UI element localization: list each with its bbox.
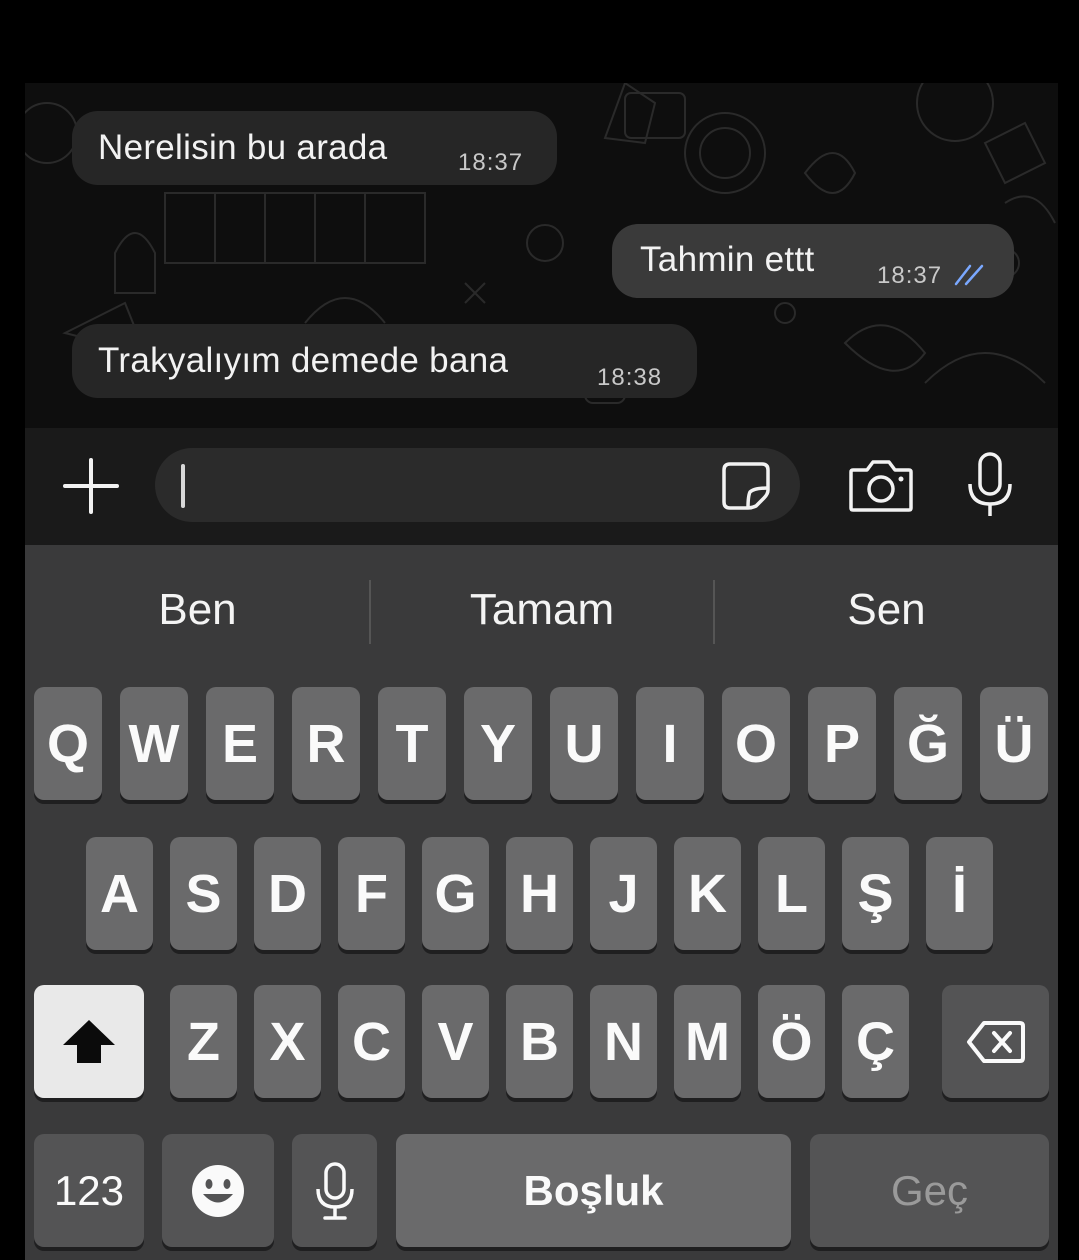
suggestion-item[interactable]: Sen	[715, 545, 1058, 675]
message-input[interactable]	[155, 448, 800, 522]
key-c[interactable]: C	[338, 985, 405, 1098]
sticker-icon[interactable]	[720, 460, 772, 512]
key-a[interactable]: A	[86, 837, 153, 950]
go-key[interactable]: Geç	[810, 1134, 1049, 1247]
message-time: 18:37	[877, 262, 943, 289]
key-p[interactable]: P	[808, 687, 876, 800]
key-g[interactable]: G	[422, 837, 489, 950]
message-time: 18:37	[458, 149, 524, 176]
key-o-umlaut[interactable]: Ö	[758, 985, 825, 1098]
key-m[interactable]: M	[674, 985, 741, 1098]
space-key[interactable]: Boşluk	[396, 1134, 791, 1247]
key-d[interactable]: D	[254, 837, 321, 950]
shift-icon	[63, 1019, 115, 1063]
message-time: 18:38	[597, 364, 663, 391]
key-j[interactable]: J	[590, 837, 657, 950]
emoji-key[interactable]	[162, 1134, 274, 1247]
backspace-icon	[966, 1020, 1025, 1063]
numbers-key[interactable]: 123	[34, 1134, 144, 1247]
key-n[interactable]: N	[590, 985, 657, 1098]
microphone-icon[interactable]	[965, 450, 1015, 520]
key-y[interactable]: Y	[464, 687, 532, 800]
message-text: Tahmin ettt	[640, 240, 815, 279]
microphone-icon	[315, 1161, 354, 1220]
camera-icon[interactable]	[847, 456, 915, 514]
backspace-key[interactable]	[942, 985, 1049, 1098]
read-ticks-icon	[954, 264, 984, 286]
key-b[interactable]: B	[506, 985, 573, 1098]
message-bubble-outgoing[interactable]: Tahmin ettt 18:37	[612, 224, 1014, 298]
suggestion-item[interactable]: Ben	[25, 545, 370, 675]
phone-screen: Nerelisin bu arada 18:37 Tahmin ettt 18:…	[25, 83, 1058, 1260]
key-u-umlaut[interactable]: Ü	[980, 687, 1048, 800]
suggestion-item[interactable]: Tamam	[371, 545, 713, 675]
message-text: Trakyalıyım demede bana	[98, 341, 509, 380]
dictation-key[interactable]	[292, 1134, 377, 1247]
key-s-cedilla[interactable]: Ş	[842, 837, 909, 950]
message-bubble-incoming[interactable]: Trakyalıyım demede bana 18:38	[72, 324, 697, 398]
key-v[interactable]: V	[422, 985, 489, 1098]
key-g-breve[interactable]: Ğ	[894, 687, 962, 800]
key-i-dotted[interactable]: İ	[926, 837, 993, 950]
key-x[interactable]: X	[254, 985, 321, 1098]
key-l[interactable]: L	[758, 837, 825, 950]
key-e[interactable]: E	[206, 687, 274, 800]
key-h[interactable]: H	[506, 837, 573, 950]
text-cursor	[181, 464, 185, 508]
message-composer-bar	[25, 428, 1058, 545]
key-i-dotless[interactable]: I	[636, 687, 704, 800]
key-z[interactable]: Z	[170, 985, 237, 1098]
key-r[interactable]: R	[292, 687, 360, 800]
key-c-cedilla[interactable]: Ç	[842, 985, 909, 1098]
key-w[interactable]: W	[120, 687, 188, 800]
key-s[interactable]: S	[170, 837, 237, 950]
chat-area: Nerelisin bu arada 18:37 Tahmin ettt 18:…	[25, 83, 1058, 428]
key-u[interactable]: U	[550, 687, 618, 800]
key-q[interactable]: Q	[34, 687, 102, 800]
message-bubble-incoming[interactable]: Nerelisin bu arada 18:37	[72, 111, 557, 185]
keyboard: Ben Tamam Sen Q W E R T Y U I O P Ğ Ü A …	[25, 545, 1058, 1260]
emoji-icon	[192, 1164, 244, 1217]
key-k[interactable]: K	[674, 837, 741, 950]
plus-icon[interactable]	[63, 458, 119, 514]
key-o[interactable]: O	[722, 687, 790, 800]
message-text: Nerelisin bu arada	[98, 128, 388, 167]
key-t[interactable]: T	[378, 687, 446, 800]
shift-key[interactable]	[34, 985, 144, 1098]
key-f[interactable]: F	[338, 837, 405, 950]
